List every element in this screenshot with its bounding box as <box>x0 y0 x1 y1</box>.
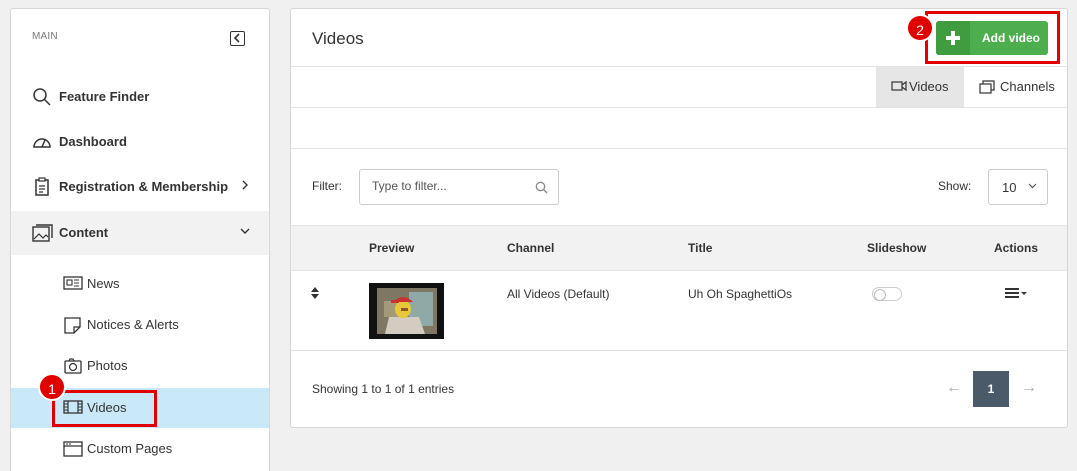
videos-panel: Videos Add video Videos Channels Filter:… <box>290 8 1068 428</box>
collapse-sidebar-icon[interactable] <box>230 31 245 46</box>
actions-menu-icon[interactable] <box>1005 287 1029 299</box>
sidebar-item-registration[interactable]: Registration & Membership <box>11 165 269 209</box>
video-camera-icon <box>891 80 907 92</box>
channel-cell: All Videos (Default) <box>507 287 610 301</box>
sidebar-item-feature-finder[interactable]: Feature Finder <box>11 75 269 119</box>
previous-page-button[interactable]: ← <box>946 379 962 397</box>
search-icon <box>535 181 548 194</box>
filter-label: Filter: <box>312 179 342 193</box>
sidebar-section-label: MAIN <box>32 31 58 42</box>
title-cell: Uh Oh SpaghettiOs <box>688 287 793 301</box>
dashboard-icon <box>32 132 52 152</box>
annotation-box-videos <box>52 390 157 427</box>
clipboard-icon <box>32 177 52 197</box>
browser-icon <box>63 440 83 458</box>
note-icon <box>63 316 83 334</box>
sidebar-subitem-news[interactable]: News <box>11 264 269 304</box>
sidebar-item-label: Dashboard <box>59 134 127 149</box>
sidebar-subitem-label: Notices & Alerts <box>87 317 179 332</box>
sidebar-subitem-notices[interactable]: Notices & Alerts <box>11 305 269 345</box>
next-page-button[interactable]: → <box>1021 379 1037 397</box>
table-row: All Videos (Default) Uh Oh SpaghettiOs <box>291 271 1067 351</box>
filter-input[interactable] <box>372 179 522 193</box>
search-icon <box>32 87 52 107</box>
show-label: Show: <box>938 179 972 193</box>
annotation-badge-1: 1 <box>38 373 66 401</box>
chevron-right-icon <box>239 179 251 191</box>
newspaper-icon <box>63 275 83 293</box>
video-thumbnail[interactable] <box>369 283 444 339</box>
sidebar-subitem-custom-pages[interactable]: Custom Pages <box>11 429 269 469</box>
sidebar-subitem-label: News <box>87 276 120 291</box>
annotation-box-add-video <box>925 11 1060 64</box>
content-icon <box>32 223 53 243</box>
sidebar-item-label: Registration & Membership <box>59 179 229 194</box>
sidebar-item-dashboard[interactable]: Dashboard <box>11 120 269 164</box>
tab-channels[interactable]: Channels <box>964 67 1064 107</box>
page-size-value: 10 <box>1002 180 1017 195</box>
divider <box>291 148 1067 149</box>
column-header-preview[interactable]: Preview <box>369 241 414 255</box>
column-header-title[interactable]: Title <box>688 241 712 255</box>
tab-videos[interactable]: Videos <box>876 67 964 107</box>
column-header-channel[interactable]: Channel <box>507 241 554 255</box>
column-header-actions: Actions <box>994 241 1039 255</box>
chevron-down-icon <box>1028 183 1037 189</box>
camera-icon <box>63 357 83 375</box>
table-header: Preview Channel Title Slideshow Actions <box>291 225 1067 271</box>
sidebar-item-label: Content <box>59 225 109 240</box>
page-button-current[interactable]: 1 <box>973 371 1009 407</box>
page-title: Videos <box>312 29 364 48</box>
page-size-select[interactable]: 10 <box>988 169 1048 205</box>
channels-icon <box>979 80 995 94</box>
divider <box>291 107 1067 108</box>
column-header-slideshow[interactable]: Slideshow <box>867 241 926 255</box>
drag-handle-icon[interactable] <box>311 287 319 299</box>
sidebar-subitem-label: Custom Pages <box>87 441 173 456</box>
sidebar-subitem-label: Photos <box>87 358 128 373</box>
tab-label: Channels <box>1000 79 1055 94</box>
annotation-badge-2: 2 <box>906 14 934 42</box>
chevron-down-icon <box>239 225 251 237</box>
slideshow-toggle[interactable] <box>872 287 902 301</box>
sidebar-item-label: Feature Finder <box>59 89 150 104</box>
tab-label: Videos <box>909 79 949 94</box>
sidebar-item-content[interactable]: Content <box>11 211 269 255</box>
entries-summary: Showing 1 to 1 of 1 entries <box>312 382 455 396</box>
filter-field[interactable] <box>359 169 559 205</box>
